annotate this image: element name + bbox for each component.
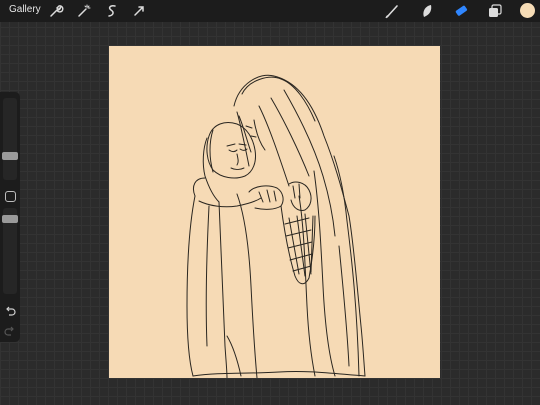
selection-icon[interactable] <box>104 3 120 19</box>
redo-icon[interactable] <box>4 325 16 337</box>
smudge-icon[interactable] <box>419 3 435 19</box>
brush-size-thumb[interactable] <box>2 152 18 160</box>
top-toolbar: Gallery <box>0 0 540 22</box>
wrench-icon[interactable] <box>48 3 64 19</box>
line-art-sketch <box>186 74 366 378</box>
drawing-canvas[interactable] <box>109 46 440 378</box>
gallery-button[interactable]: Gallery <box>9 4 41 15</box>
brush-size-slider[interactable] <box>2 98 18 180</box>
opacity-slider[interactable] <box>2 208 18 294</box>
modify-button[interactable] <box>5 191 16 202</box>
transform-icon[interactable] <box>131 3 147 19</box>
opacity-thumb[interactable] <box>2 215 18 223</box>
magic-wand-icon[interactable] <box>76 3 92 19</box>
side-toolbar <box>0 92 20 342</box>
undo-icon[interactable] <box>4 305 16 317</box>
eraser-icon[interactable] <box>453 3 469 19</box>
brush-icon[interactable] <box>384 3 400 19</box>
layers-icon[interactable] <box>487 3 503 19</box>
color-picker-swatch[interactable] <box>520 3 535 18</box>
